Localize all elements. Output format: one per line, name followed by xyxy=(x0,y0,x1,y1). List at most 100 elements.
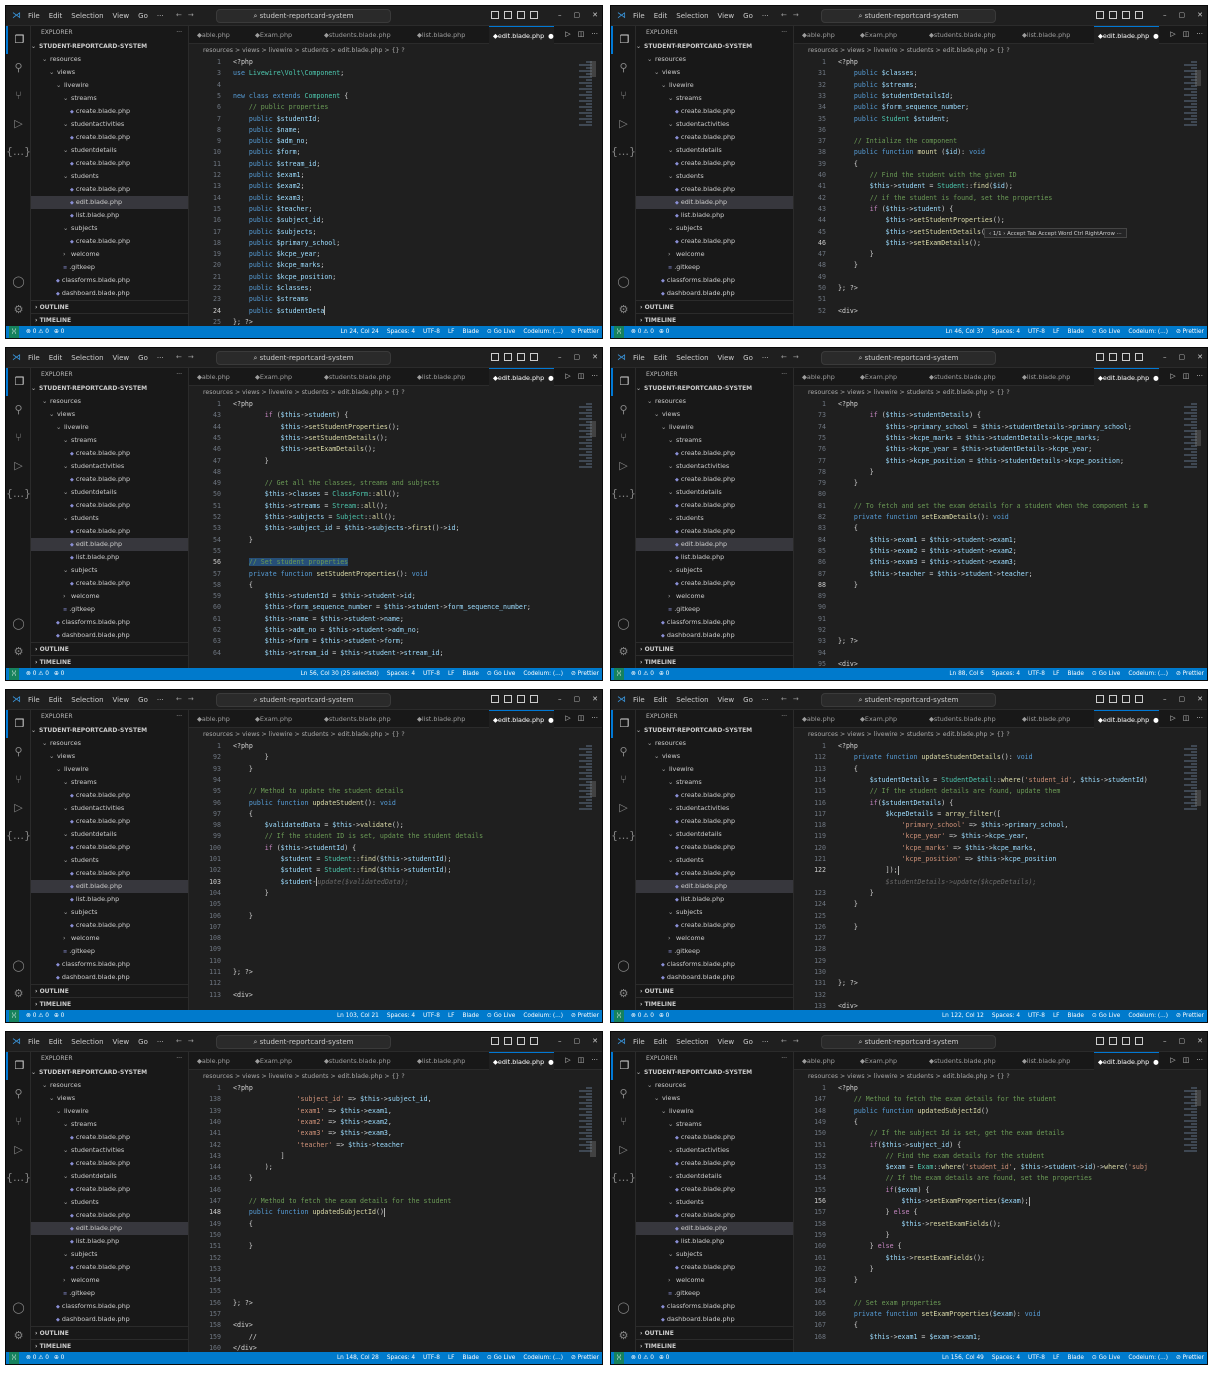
inline-suggestion-toolbar[interactable]: ‹ 1/1 › Accept Tab Accept Word Ctrl Righ… xyxy=(984,227,1127,238)
tree-file[interactable]: ◆ create.blade.php xyxy=(31,1131,188,1144)
more-icon[interactable]: ··· xyxy=(1117,231,1122,237)
code-line[interactable]: 17 public $subjects; xyxy=(189,227,572,238)
menu-item[interactable]: Go xyxy=(743,354,753,362)
menu-item[interactable]: Edit xyxy=(49,12,63,20)
code-editor[interactable]: 1 <?php 31 public $classes; 32 public $stre… xyxy=(794,57,1207,326)
source-control-icon[interactable]: ⑂ xyxy=(611,766,636,794)
prettier-status[interactable]: ⊘ Prettier xyxy=(1176,1010,1204,1022)
tree-folder[interactable]: ⌄ livewire xyxy=(31,421,188,434)
tree-folder[interactable]: ⌄ livewire xyxy=(636,79,793,92)
menu-item[interactable]: ··· xyxy=(157,12,164,20)
code-line[interactable]: 162 } xyxy=(794,1264,1177,1275)
code-line[interactable]: 34 public $form_sequence_number; xyxy=(794,102,1177,113)
editor-tab[interactable]: ◆edit.blade.php ● xyxy=(489,710,554,728)
tree-file[interactable]: ≡ .gitkeep xyxy=(636,945,793,958)
customize-layout-icon[interactable] xyxy=(1135,695,1143,703)
split-editor-icon[interactable]: ◫ xyxy=(578,714,585,722)
tree-folder[interactable]: ⌄ studentactivities xyxy=(31,1144,188,1157)
code-line[interactable]: 58 { xyxy=(189,580,572,591)
search-icon[interactable]: ⚲ xyxy=(6,738,31,766)
forward-arrow-icon[interactable]: → xyxy=(188,695,194,703)
outline-section[interactable]: › OUTLINE xyxy=(31,642,188,655)
search-icon[interactable]: ⚲ xyxy=(611,54,636,82)
breadcrumb[interactable]: resources > views > livewire > students … xyxy=(189,1070,602,1083)
source-control-icon[interactable]: ⑂ xyxy=(6,1108,31,1136)
code-line[interactable]: 122 ]); xyxy=(794,865,1177,876)
tree-folder[interactable]: ⌄ views xyxy=(31,1092,188,1105)
code-line[interactable]: 43 if ($this->student) { xyxy=(189,410,572,421)
restore-icon[interactable]: ▢ xyxy=(574,11,581,19)
code-line[interactable]: 117 $kcpeDetails = array_filter([ xyxy=(794,809,1177,820)
problems-errors[interactable]: ⊗ 0 ⚠ 0 xyxy=(26,668,49,680)
tree-folder[interactable]: ⌄ resources xyxy=(636,395,793,408)
indentation[interactable]: Spaces: 4 xyxy=(992,1352,1020,1364)
encoding[interactable]: UTF-8 xyxy=(1028,1010,1045,1022)
minimize-icon[interactable]: – xyxy=(558,1037,562,1045)
editor-tab[interactable]: ◆students.blade.php xyxy=(925,368,996,386)
tree-file[interactable]: ◆ create.blade.php xyxy=(636,1183,793,1196)
code-line[interactable]: 38 public function mount ($id): void xyxy=(794,147,1177,158)
code-line[interactable]: 140 'exam2' => $this->exam2, xyxy=(189,1117,572,1128)
tree-folder[interactable]: ⌄ resources xyxy=(31,737,188,750)
toggle-panel-icon[interactable] xyxy=(1109,1037,1117,1045)
customize-layout-icon[interactable] xyxy=(530,11,538,19)
menu-item[interactable]: File xyxy=(28,12,40,20)
code-line[interactable]: 59 $this->studentId = $this->student->id… xyxy=(189,591,572,602)
tree-file[interactable]: ◆ create.blade.php xyxy=(636,867,793,880)
tree-file[interactable]: ◆ create.blade.php xyxy=(31,105,188,118)
editor-tab[interactable]: ◆able.php xyxy=(193,1052,230,1070)
codeium-status[interactable]: Codeium: (...) xyxy=(1128,668,1168,680)
root-folder[interactable]: ⌄ STUDENT-REPORTCARD-SYSTEM xyxy=(31,724,188,737)
tree-file[interactable]: ◆ create.blade.php xyxy=(636,525,793,538)
extensions-icon[interactable]: {…} xyxy=(611,1164,636,1192)
line-ending[interactable]: LF xyxy=(448,668,455,680)
line-ending[interactable]: LF xyxy=(1053,1010,1060,1022)
timeline-section[interactable]: › TIMELINE xyxy=(636,997,793,1010)
toggle-secondary-sidebar-icon[interactable] xyxy=(1122,1037,1130,1045)
code-line[interactable]: 61 $this->name = $this->student->name; xyxy=(189,614,572,625)
outline-section[interactable]: › OUTLINE xyxy=(31,984,188,997)
breadcrumb[interactable]: resources > views > livewire > students … xyxy=(794,1070,1207,1083)
ctrl-key-hint[interactable]: Ctrl xyxy=(1074,231,1085,237)
menu-item[interactable]: File xyxy=(28,354,40,362)
code-line[interactable]: 149 { xyxy=(794,1117,1177,1128)
menu-item[interactable]: ··· xyxy=(157,696,164,704)
toggle-secondary-sidebar-icon[interactable] xyxy=(517,1037,525,1045)
editor-tab[interactable]: ◆students.blade.php xyxy=(925,1052,996,1070)
code-line[interactable]: 1 <?php xyxy=(189,1083,572,1094)
prettier-status[interactable]: ⊘ Prettier xyxy=(571,1010,599,1022)
root-folder[interactable]: ⌄ STUDENT-REPORTCARD-SYSTEM xyxy=(636,40,793,53)
editor-tab[interactable]: ◆students.blade.php xyxy=(320,710,391,728)
outline-section[interactable]: › OUTLINE xyxy=(31,1326,188,1339)
code-line[interactable]: 15 public $teacher; xyxy=(189,204,572,215)
remote-icon[interactable]: ⟩⟨ xyxy=(9,1352,19,1364)
tree-file[interactable]: ◆ create.blade.php xyxy=(636,131,793,144)
tree-file[interactable]: ◆ create.blade.php xyxy=(31,1157,188,1170)
tree-folder[interactable]: ⌄ subjects xyxy=(636,222,793,235)
code-line[interactable]: 54 } xyxy=(189,535,572,546)
tree-folder[interactable]: ⌄ studentdetails xyxy=(31,486,188,499)
code-line[interactable]: 13 public $exam2; xyxy=(189,181,572,192)
tree-file[interactable]: ◆ list.blade.php xyxy=(636,893,793,906)
settings-gear-icon[interactable]: ⚙ xyxy=(6,980,31,1008)
tree-file[interactable]: ◆ create.blade.php xyxy=(31,841,188,854)
unsaved-dot-icon[interactable]: ● xyxy=(548,374,554,382)
code-editor[interactable]: 1 <?php 147 // Method to fetch the exam de… xyxy=(794,1083,1207,1352)
problems-errors[interactable]: ⊗ 0 ⚠ 0 xyxy=(631,668,654,680)
code-line[interactable]: 108 xyxy=(189,933,572,944)
code-line[interactable]: 55 xyxy=(189,546,572,557)
problems-errors[interactable]: ⊗ 0 ⚠ 0 xyxy=(631,1352,654,1364)
code-line[interactable]: 49 xyxy=(794,272,1177,283)
tree-folder[interactable]: ⌄ livewire xyxy=(31,79,188,92)
split-editor-icon[interactable]: ◫ xyxy=(578,30,585,38)
tree-folder[interactable]: ⌄ studentdetails xyxy=(31,144,188,157)
menu-item[interactable]: Go xyxy=(743,696,753,704)
tree-folder[interactable]: ⌄ students xyxy=(636,170,793,183)
code-line[interactable]: 25}; ?> xyxy=(189,317,572,326)
problems-errors[interactable]: ⊗ 0 ⚠ 0 xyxy=(631,326,654,338)
tree-file[interactable]: ≡ .gitkeep xyxy=(31,261,188,274)
code-line[interactable]: 148 public function updatedSubjectId() xyxy=(189,1207,572,1218)
minimap-slider[interactable] xyxy=(1195,1090,1201,1106)
code-line[interactable]: 148 public function updatedSubjectId() xyxy=(794,1106,1177,1117)
code-line[interactable]: 91 xyxy=(794,614,1177,625)
